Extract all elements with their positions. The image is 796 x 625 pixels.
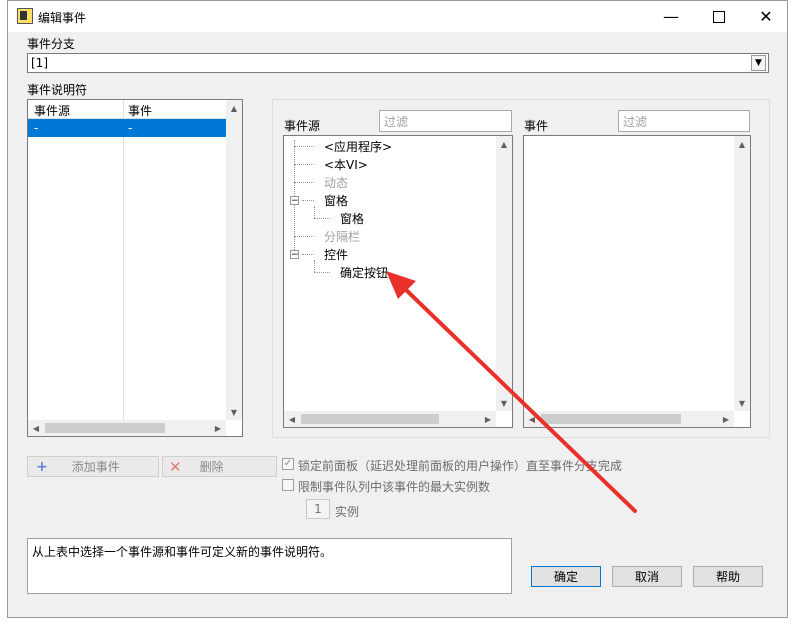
annotation-arrow: [386, 271, 637, 513]
annotation-arrow-shaft: [401, 285, 637, 513]
edit-events-dialog: 编辑事件 — ✕ 事件分支 [1] ▼ 事件说明符 事件源 事件 - - ▲ ▼…: [7, 0, 788, 618]
